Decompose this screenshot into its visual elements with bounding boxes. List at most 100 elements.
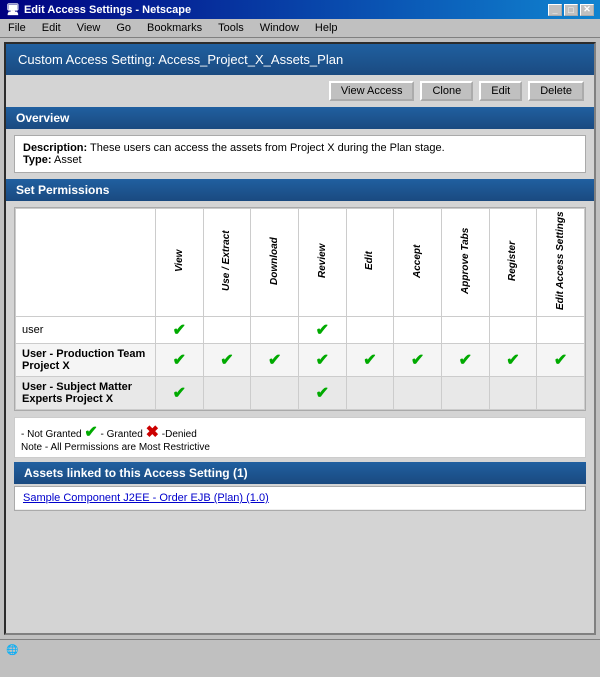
- menu-item-tools[interactable]: Tools: [214, 21, 248, 35]
- col-view: View: [156, 209, 204, 317]
- menu-bar: File Edit View Go Bookmarks Tools Window Help: [0, 19, 600, 38]
- perm-cell-1-1: ✔: [203, 344, 251, 377]
- title-bar: 🖥 Edit Access Settings - Netscape _ □ ✕: [0, 0, 600, 19]
- view-access-button[interactable]: View Access: [329, 81, 415, 101]
- granted-label: - Granted: [101, 429, 146, 440]
- perm-cell-2-5: [394, 377, 442, 410]
- delete-button[interactable]: Delete: [528, 81, 584, 101]
- denied-icon: ✖: [146, 424, 159, 441]
- check-icon: ✔: [316, 385, 329, 402]
- check-icon: ✔: [363, 352, 376, 369]
- perm-cell-1-7: ✔: [489, 344, 537, 377]
- row-label-2: User - Subject Matter Experts Project X: [16, 377, 156, 410]
- denied-label: -Denied: [162, 429, 197, 440]
- col-edit-access-settings: Edit Access Settings: [537, 209, 585, 317]
- window-title: Edit Access Settings - Netscape: [24, 4, 191, 16]
- check-icon: ✔: [268, 352, 281, 369]
- description-label: Description:: [23, 142, 87, 154]
- perm-cell-0-5: [394, 317, 442, 344]
- page-header: Custom Access Setting: Access_Project_X_…: [6, 44, 594, 75]
- perm-cell-1-0: ✔: [156, 344, 204, 377]
- perm-cell-1-6: ✔: [441, 344, 489, 377]
- perm-cell-2-3: ✔: [298, 377, 346, 410]
- toolbar: View Access Clone Edit Delete: [6, 75, 594, 107]
- description-line: Description: These users can access the …: [23, 142, 577, 154]
- col-accept: Accept: [394, 209, 442, 317]
- check-icon: ✔: [173, 385, 186, 402]
- perm-cell-0-8: [537, 317, 585, 344]
- status-icon: 🌐: [6, 645, 18, 656]
- content-area: Custom Access Setting: Access_Project_X_…: [4, 42, 596, 635]
- col-register: Register: [489, 209, 537, 317]
- permissions-section-header: Set Permissions: [6, 179, 594, 201]
- perm-cell-2-6: [441, 377, 489, 410]
- perm-cell-0-6: [441, 317, 489, 344]
- row-label-1: User - Production Team Project X: [16, 344, 156, 377]
- overview-box: Description: These users can access the …: [14, 135, 586, 173]
- close-button[interactable]: ✕: [580, 4, 594, 16]
- not-granted-label: - Not Granted: [21, 429, 84, 440]
- perm-cell-0-2: [251, 317, 299, 344]
- col-review: Review: [298, 209, 346, 317]
- perm-cell-2-2: [251, 377, 299, 410]
- col-use-extract: Use / Extract: [203, 209, 251, 317]
- col-download: Download: [251, 209, 299, 317]
- access-setting-name: Access_Project_X_Assets_Plan: [158, 52, 343, 67]
- perm-cell-2-4: [346, 377, 394, 410]
- edit-button[interactable]: Edit: [479, 81, 522, 101]
- check-icon: ✔: [554, 352, 567, 369]
- menu-item-help[interactable]: Help: [311, 21, 342, 35]
- menu-item-bookmarks[interactable]: Bookmarks: [143, 21, 206, 35]
- check-icon: ✔: [506, 352, 519, 369]
- perm-cell-1-8: ✔: [537, 344, 585, 377]
- col-edit: Edit: [346, 209, 394, 317]
- check-icon: ✔: [459, 352, 472, 369]
- menu-item-window[interactable]: Window: [256, 21, 303, 35]
- perm-cell-0-1: [203, 317, 251, 344]
- status-bar: 🌐: [0, 639, 600, 661]
- assets-section: Assets linked to this Access Setting (1)…: [14, 462, 586, 511]
- assets-section-header: Assets linked to this Access Setting (1): [14, 462, 586, 484]
- type-value: Asset: [54, 154, 82, 166]
- check-icon: ✔: [316, 352, 329, 369]
- col-approve-tabs: Approve Tabs: [441, 209, 489, 317]
- table-row: User - Subject Matter Experts Project X ✔…: [16, 377, 585, 410]
- header-prefix: Custom Access Setting:: [18, 52, 158, 67]
- perm-cell-0-4: [346, 317, 394, 344]
- menu-item-go[interactable]: Go: [112, 21, 135, 35]
- clone-button[interactable]: Clone: [420, 81, 473, 101]
- menu-item-file[interactable]: File: [4, 21, 30, 35]
- perm-cell-2-7: [489, 377, 537, 410]
- maximize-button[interactable]: □: [564, 4, 578, 16]
- check-icon: ✔: [411, 352, 424, 369]
- table-row: user ✔ ✔: [16, 317, 585, 344]
- perm-cell-1-5: ✔: [394, 344, 442, 377]
- type-label: Type:: [23, 154, 52, 166]
- row-label-0: user: [16, 317, 156, 344]
- perm-cell-0-0: ✔: [156, 317, 204, 344]
- overview-section-header: Overview: [6, 107, 594, 129]
- menu-item-view[interactable]: View: [73, 21, 105, 35]
- granted-icon: ✔: [84, 424, 97, 441]
- perm-cell-1-3: ✔: [298, 344, 346, 377]
- perm-cell-1-2: ✔: [251, 344, 299, 377]
- check-icon: ✔: [173, 352, 186, 369]
- assets-list: Sample Component J2EE - Order EJB (Plan)…: [14, 486, 586, 511]
- check-icon: ✔: [220, 352, 233, 369]
- legend-line1: - Not Granted ✔ - Granted ✖ -Denied: [21, 422, 579, 442]
- table-row: User - Production Team Project X ✔ ✔ ✔ ✔ ✔ ✔ ✔ ✔…: [16, 344, 585, 377]
- check-icon: ✔: [316, 322, 329, 339]
- permissions-table: View Use / Extract Download Review Edit …: [15, 208, 585, 410]
- legend-note: Note - All Permissions are Most Restrict…: [21, 442, 579, 453]
- asset-item[interactable]: Sample Component J2EE - Order EJB (Plan)…: [15, 487, 585, 510]
- description-text: These users can access the assets from P…: [90, 142, 445, 154]
- check-icon: ✔: [173, 322, 186, 339]
- minimize-button[interactable]: _: [548, 4, 562, 16]
- perm-cell-0-3: ✔: [298, 317, 346, 344]
- perm-cell-0-7: [489, 317, 537, 344]
- menu-item-edit[interactable]: Edit: [38, 21, 65, 35]
- perm-cell-2-1: [203, 377, 251, 410]
- col-header-empty: [16, 209, 156, 317]
- type-line: Type: Asset: [23, 154, 577, 166]
- window-controls[interactable]: _ □ ✕: [548, 4, 594, 16]
